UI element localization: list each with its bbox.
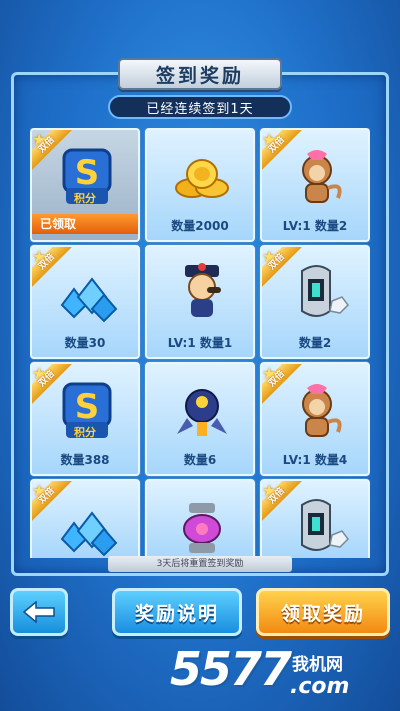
score-label: 积分 [74, 192, 96, 205]
arrow-left-icon [22, 601, 55, 623]
watermark-cn: 我机网 [292, 655, 343, 675]
reward-caption: LV:1 数量1 [167, 336, 233, 350]
reward-day-3[interactable]: ★ 双倍 LV:1 数量2 [260, 128, 370, 242]
back-button[interactable] [10, 588, 68, 636]
robot-armor-icon [301, 499, 349, 551]
reward-caption: 数量388 [60, 453, 110, 467]
robot-armor-icon [301, 265, 349, 317]
site-watermark-logo: 5577 我机网 .com [170, 642, 390, 704]
reward-day-11[interactable] [145, 479, 255, 558]
svg-text:S: S [75, 387, 100, 427]
reward-caption: LV:1 数量2 [282, 219, 348, 233]
claim-reward-button[interactable]: 领取奖励 [256, 588, 390, 636]
score-label: 积分 [74, 426, 96, 439]
reward-day-7[interactable]: ★ 双倍 S 积分 数量388 [30, 362, 140, 476]
reward-info-button[interactable]: 奖励说明 [112, 588, 242, 636]
rocket-pod-icon [177, 389, 227, 436]
reward-caption: 数量2000 [171, 219, 229, 233]
reward-day-4[interactable]: ★ 双倍 数量30 [30, 245, 140, 359]
reward-caption: 数量6 [183, 453, 217, 467]
reward-caption: 数量30 [64, 336, 106, 350]
mech-core-icon [183, 503, 221, 553]
reward-day-10[interactable]: ★ 双倍 [30, 479, 140, 558]
reward-day-9[interactable]: ★ 双倍 LV:1 数量4 [260, 362, 370, 476]
reward-grid: ★双倍 S 积分 已领取 数量2000 ★双倍 LV:1 数量2 ★双倍 [30, 128, 370, 558]
watermark-number: 5577 [170, 642, 292, 696]
reward-caption: 数量2 [298, 336, 332, 350]
reward-caption: LV:1 数量4 [282, 453, 348, 467]
blue-crystal-icon [60, 511, 118, 557]
reward-day-1[interactable]: ★ 双倍 S 积分 已领取 [30, 128, 140, 242]
reward-day-8[interactable]: 数量6 [145, 362, 255, 476]
reward-day-2[interactable]: 数量2000 [145, 128, 255, 242]
svg-text:S: S [75, 153, 100, 193]
streak-status: 已经连续签到1天 [108, 95, 292, 119]
panel-title: 签到奖励 [118, 58, 282, 90]
reward-day-6[interactable]: ★ 双倍 数量2 [260, 245, 370, 359]
gold-coins-icon [175, 159, 229, 198]
claimed-status: 已领取 [32, 214, 138, 234]
reward-day-5[interactable]: LV:1 数量1 [145, 245, 255, 359]
watermark-domain: .com [290, 674, 350, 699]
blue-crystal-icon [60, 277, 118, 323]
reward-day-12[interactable]: ★ 双倍 [260, 479, 370, 558]
pet-monkey-icon [302, 384, 342, 437]
pet-monkey-icon [302, 150, 342, 203]
reset-note: 3天后将重置签到奖励 [108, 556, 292, 572]
character-hat-icon [185, 263, 221, 317]
